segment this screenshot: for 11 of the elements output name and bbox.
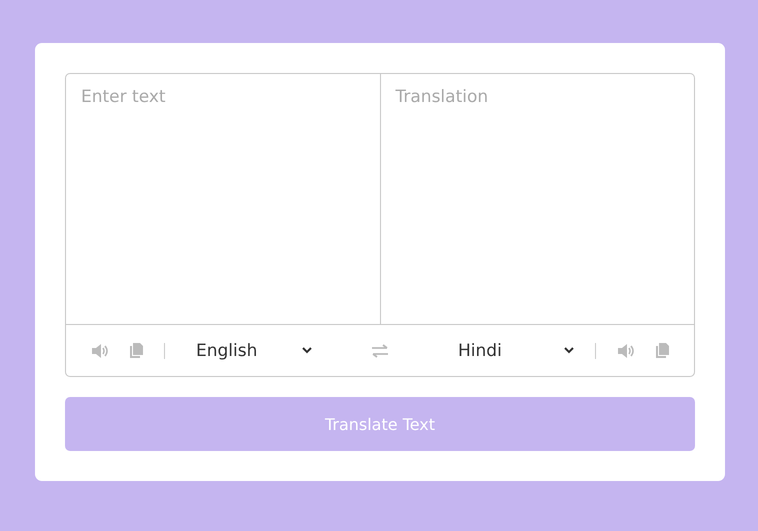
chevron-down-icon <box>564 347 574 354</box>
copy-icon[interactable] <box>130 343 143 358</box>
translation-text-field[interactable]: Translation <box>380 73 695 325</box>
source-text-field[interactable]: Enter text <box>65 73 380 325</box>
swap-icon[interactable] <box>371 344 389 358</box>
copy-icon[interactable] <box>656 343 669 358</box>
speaker-icon[interactable] <box>617 344 635 358</box>
target-language-select[interactable]: Hindi <box>448 340 574 360</box>
source-language-select[interactable]: English <box>186 340 312 360</box>
speaker-icon[interactable] <box>91 344 109 358</box>
chevron-down-icon <box>302 347 312 354</box>
